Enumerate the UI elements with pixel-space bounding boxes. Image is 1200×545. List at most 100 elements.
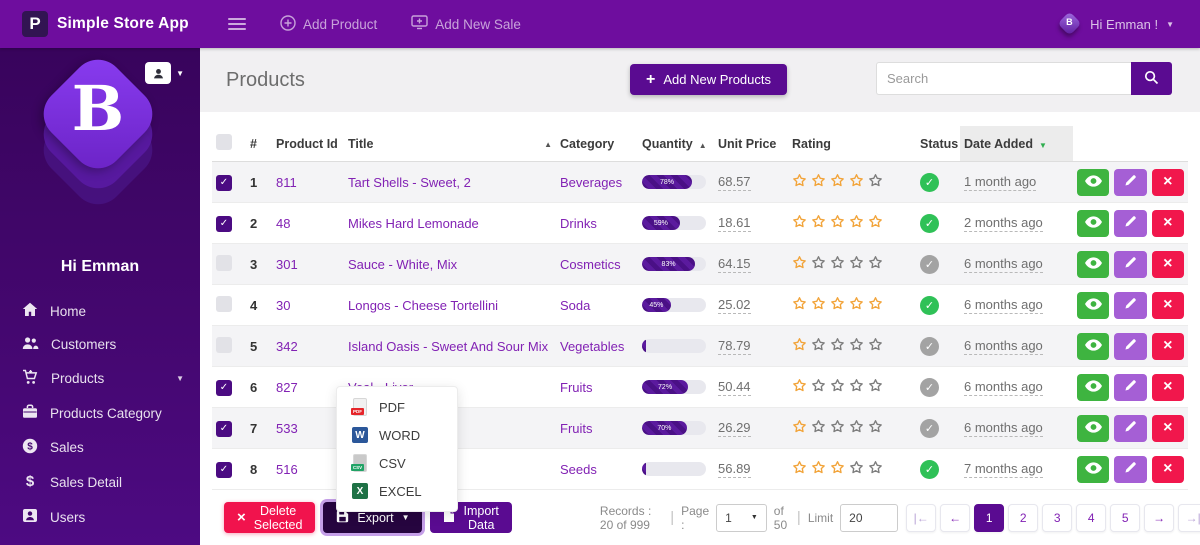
star-gold-icon[interactable]	[811, 296, 826, 314]
star-gray-icon[interactable]	[868, 337, 883, 355]
page-button-3[interactable]: 3	[1042, 504, 1072, 532]
edit-button[interactable]	[1114, 251, 1146, 278]
star-gray-icon[interactable]	[868, 378, 883, 396]
delete-button[interactable]: ×	[1152, 292, 1184, 319]
view-button[interactable]	[1077, 333, 1109, 360]
star-gray-icon[interactable]	[868, 255, 883, 273]
edit-button[interactable]	[1114, 333, 1146, 360]
column-header-unit-price[interactable]: Unit Price	[714, 126, 788, 162]
column-header-status[interactable]: Status	[916, 126, 960, 162]
star-gray-icon[interactable]	[830, 378, 845, 396]
sidebar-item-products-category[interactable]: Products Category	[0, 396, 200, 430]
view-button[interactable]	[1077, 374, 1109, 401]
star-gold-icon[interactable]	[849, 214, 864, 232]
edit-button[interactable]	[1114, 456, 1146, 483]
star-gray-icon[interactable]	[849, 419, 864, 437]
sidebar-item-customers[interactable]: Customers	[0, 328, 200, 361]
star-gold-icon[interactable]	[830, 460, 845, 478]
edit-button[interactable]	[1114, 415, 1146, 442]
star-gold-icon[interactable]	[830, 296, 845, 314]
star-gold-icon[interactable]	[849, 173, 864, 191]
star-gold-icon[interactable]	[811, 214, 826, 232]
profile-badge-button[interactable]: ▼	[145, 62, 184, 84]
view-button[interactable]	[1077, 292, 1109, 319]
delete-button[interactable]: ×	[1152, 333, 1184, 360]
sidebar-item-home[interactable]: Home	[0, 294, 200, 328]
page-button-1[interactable]: 1	[974, 504, 1004, 532]
star-gray-icon[interactable]	[811, 255, 826, 273]
page-button-5[interactable]: 5	[1110, 504, 1140, 532]
search-button[interactable]	[1131, 62, 1172, 95]
star-gray-icon[interactable]	[849, 255, 864, 273]
star-gold-icon[interactable]	[792, 378, 807, 396]
star-gold-icon[interactable]	[830, 214, 845, 232]
sort-asc-icon[interactable]: ▲	[544, 140, 552, 149]
delete-button[interactable]: ×	[1152, 374, 1184, 401]
view-button[interactable]	[1077, 251, 1109, 278]
row-checkbox[interactable]	[216, 296, 232, 312]
sidebar-item-sales-detail[interactable]: $Sales Detail	[0, 465, 200, 500]
edit-button[interactable]	[1114, 169, 1146, 196]
export-option-csv[interactable]: CSVCSV	[337, 449, 457, 477]
column-header-date-added[interactable]: Date Added▼	[960, 126, 1073, 162]
sidebar-item-users[interactable]: Users	[0, 500, 200, 534]
export-option-pdf[interactable]: PDFPDF	[337, 393, 457, 421]
column-header-quantity[interactable]: Quantity▲	[638, 126, 714, 162]
view-button[interactable]	[1077, 169, 1109, 196]
search-input[interactable]	[876, 62, 1131, 95]
star-gray-icon[interactable]	[868, 173, 883, 191]
add-new-products-button[interactable]: + Add New Products	[630, 64, 787, 95]
star-gray-icon[interactable]	[868, 419, 883, 437]
edit-button[interactable]	[1114, 210, 1146, 237]
star-gold-icon[interactable]	[830, 173, 845, 191]
column-header-#[interactable]: #	[246, 126, 272, 162]
star-gray-icon[interactable]	[849, 378, 864, 396]
export-option-word[interactable]: WWORD	[337, 421, 457, 449]
star-gray-icon[interactable]	[811, 378, 826, 396]
delete-button[interactable]: ×	[1152, 169, 1184, 196]
column-header-product-id[interactable]: Product Id	[272, 126, 344, 162]
star-gray-icon[interactable]	[830, 255, 845, 273]
delete-button[interactable]: ×	[1152, 456, 1184, 483]
star-gold-icon[interactable]	[811, 173, 826, 191]
star-gray-icon[interactable]	[830, 419, 845, 437]
select-all-checkbox[interactable]	[216, 134, 232, 150]
column-header-title[interactable]: Title▲	[344, 126, 556, 162]
star-gold-icon[interactable]	[868, 296, 883, 314]
view-button[interactable]	[1077, 456, 1109, 483]
sidebar-item-products[interactable]: Products▼	[0, 361, 200, 396]
column-header-rating[interactable]: Rating	[788, 126, 916, 162]
delete-button[interactable]: ×	[1152, 251, 1184, 278]
first-page-button[interactable]: |←	[906, 504, 936, 532]
page-button-4[interactable]: 4	[1076, 504, 1106, 532]
star-gold-icon[interactable]	[792, 296, 807, 314]
row-checkbox[interactable]	[216, 337, 232, 353]
row-checkbox[interactable]: ✓	[216, 421, 232, 437]
page-button-2[interactable]: 2	[1008, 504, 1038, 532]
brand[interactable]: P Simple Store App	[0, 11, 200, 37]
star-gold-icon[interactable]	[792, 419, 807, 437]
last-page-button[interactable]: →|	[1178, 504, 1200, 532]
star-gold-icon[interactable]	[792, 337, 807, 355]
star-gold-icon[interactable]	[811, 460, 826, 478]
row-checkbox[interactable]	[216, 255, 232, 271]
column-header-category[interactable]: Category	[556, 126, 638, 162]
prev-page-button[interactable]: ←	[940, 504, 970, 532]
delete-button[interactable]: ×	[1152, 210, 1184, 237]
star-gray-icon[interactable]	[811, 337, 826, 355]
star-gray-icon[interactable]	[830, 337, 845, 355]
row-checkbox[interactable]: ✓	[216, 175, 232, 191]
star-gold-icon[interactable]	[792, 214, 807, 232]
edit-button[interactable]	[1114, 374, 1146, 401]
add-new-sale-button[interactable]: Add New Sale	[411, 15, 521, 33]
user-menu[interactable]: B Hi Emman ! ▼	[1058, 13, 1174, 35]
star-gold-icon[interactable]	[792, 173, 807, 191]
limit-input[interactable]	[840, 504, 898, 532]
row-checkbox[interactable]: ✓	[216, 380, 232, 396]
delete-selected-button[interactable]: × Delete Selected	[224, 502, 315, 533]
view-button[interactable]	[1077, 210, 1109, 237]
star-gray-icon[interactable]	[811, 419, 826, 437]
sort-desc-icon[interactable]: ▼	[1039, 141, 1047, 150]
sidebar-item-sales[interactable]: $Sales	[0, 430, 200, 465]
export-option-excel[interactable]: XEXCEL	[337, 477, 457, 505]
